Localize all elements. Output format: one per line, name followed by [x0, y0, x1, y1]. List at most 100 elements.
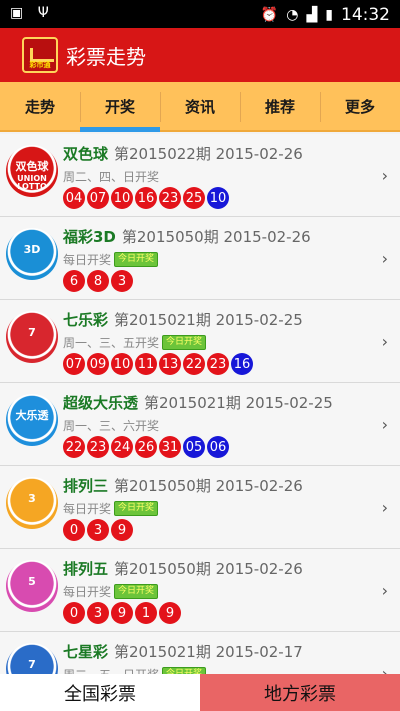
draw-numbers: 22 23 24 26 31 05 06	[63, 436, 376, 458]
draw-numbers: 03919	[63, 602, 376, 624]
lottery-schedule-line: 周二、四、日开奖	[63, 168, 376, 184]
lottery-row[interactable]: 7七星彩第2015021期 2015-02-17周二、五、日开奖今日开奖›	[0, 632, 400, 678]
lottery-row[interactable]: 3 排列三 第2015050期 2015-02-26 每日开奖 今日开奖 0 3 9 ›	[0, 466, 400, 549]
chevron-right-icon: ›	[381, 166, 388, 185]
lottery-logo-subtext: UNION LOTTO	[17, 174, 47, 191]
lottery-info: 双色球 第2015022期 2015-02-26 周二、四、日开奖 04 07 10 16 2…	[63, 143, 376, 209]
lottery-logo-text: 3D	[23, 243, 41, 256]
lottery-name: 双色球	[63, 145, 109, 163]
lottery-schedule: 每日开奖	[63, 584, 112, 599]
lottery-logo: 大乐透	[6, 394, 58, 446]
red-ball: 0	[63, 602, 85, 624]
tab-recommend[interactable]: 推荐	[240, 82, 320, 130]
lottery-date: 2015-02-26	[215, 145, 303, 163]
red-ball: 1	[135, 602, 157, 624]
lottery-name: 排列五	[63, 560, 109, 578]
lottery-header: 双色球 第2015022期 2015-02-26	[63, 143, 376, 164]
red-ball: 3	[87, 519, 109, 541]
app-logo: 彩市通	[22, 37, 58, 73]
lottery-name: 福彩3D	[63, 228, 116, 246]
red-ball: 10	[111, 187, 133, 209]
draw-numbers: 07 09 10 11 13 22 23 16	[63, 353, 376, 375]
lottery-row[interactable]: 5 排列五 第2015050期 2015-02-26 每日开奖 今日开奖 0 3 9 1 9 ›	[0, 549, 400, 632]
lottery-schedule-line: 每日开奖 今日开奖	[63, 583, 376, 599]
lottery-schedule-line: 每日开奖 今日开奖	[63, 500, 376, 516]
red-ball: 22	[183, 353, 205, 375]
red-ball: 09	[87, 353, 109, 375]
blue-ball: 10	[207, 187, 229, 209]
lottery-date: 2015-02-26	[215, 560, 303, 578]
lottery-issue: 第2015050期	[114, 560, 211, 578]
red-ball: 9	[159, 602, 181, 624]
red-ball: 23	[159, 187, 181, 209]
tab-trend[interactable]: 走势	[0, 82, 80, 130]
lottery-logo-text: 3	[28, 492, 36, 505]
lottery-name: 排列三	[63, 477, 109, 495]
lottery-issue: 第2015021期	[114, 311, 211, 329]
red-ball: 24	[111, 436, 133, 458]
lottery-issue: 第2015021期	[114, 643, 211, 661]
red-ball: 04	[63, 187, 85, 209]
lottery-row[interactable]: 7 七乐彩 第2015021期 2015-02-25 周一、三、五开奖 今日开奖 07 09…	[0, 300, 400, 383]
red-ball: 07	[87, 187, 109, 209]
lottery-schedule: 每日开奖	[63, 501, 112, 516]
tab-news[interactable]: 资讯	[160, 82, 240, 130]
lottery-row[interactable]: 双色球 UNION LOTTO 双色球 第2015022期 2015-02-26 周二、…	[0, 134, 400, 217]
lottery-name: 七星彩	[63, 643, 109, 661]
lottery-row[interactable]: 3D 福彩3D 第2015050期 2015-02-26 每日开奖 今日开奖 6 8 3 ›	[0, 217, 400, 300]
tab-more[interactable]: 更多	[320, 82, 400, 130]
red-ball: 9	[111, 602, 133, 624]
lottery-issue: 第2015050期	[121, 228, 219, 246]
red-ball: 6	[63, 270, 85, 292]
app-logo-text: 彩市通	[29, 61, 51, 69]
red-ball: 13	[159, 353, 181, 375]
lottery-schedule-line: 每日开奖 今日开奖	[63, 251, 376, 267]
lottery-schedule: 周一、三、六开奖	[63, 418, 160, 433]
lottery-logo-text: 双色球	[15, 160, 49, 173]
lottery-info: 超级大乐透 第2015021期 2015-02-25 周一、三、六开奖 22 23 24 2…	[63, 392, 376, 458]
lottery-header: 排列三 第2015050期 2015-02-26	[63, 475, 376, 496]
red-ball: 3	[87, 602, 109, 624]
lottery-issue: 第2015050期	[114, 477, 211, 495]
tab-bar: 走势 开奖 资讯 推荐 更多	[0, 82, 400, 132]
lottery-date: 2015-02-17	[215, 643, 303, 661]
today-draw-badge: 今日开奖	[114, 583, 159, 599]
lottery-logo-text: 7	[28, 658, 36, 671]
image-icon: ▣	[10, 5, 24, 21]
blue-ball: 06	[207, 436, 229, 458]
lottery-logo-text: 5	[28, 575, 36, 588]
red-ball: 11	[135, 353, 157, 375]
lottery-logo: 7	[6, 311, 58, 363]
red-ball: 23	[207, 353, 229, 375]
lottery-info: 排列五 第2015050期 2015-02-26 每日开奖 今日开奖 0 3 9 1 9	[63, 558, 376, 624]
signal-icon: ▟	[306, 7, 318, 23]
tab-draw[interactable]: 开奖	[80, 82, 160, 132]
lottery-logo: 双色球 UNION LOTTO	[6, 145, 58, 197]
lottery-info: 福彩3D 第2015050期 2015-02-26 每日开奖 今日开奖 6 8 3	[63, 226, 376, 292]
status-bar: ▣ Ψ ⏰ ◔ ▟ ▮ 14:32	[0, 0, 400, 28]
blue-ball: 05	[183, 436, 205, 458]
red-ball: 16	[135, 187, 157, 209]
lottery-header: 排列五 第2015050期 2015-02-26	[63, 558, 376, 579]
lottery-logo-text: 7	[28, 326, 36, 339]
lottery-issue: 第2015022期	[114, 145, 211, 163]
red-ball: 26	[135, 436, 157, 458]
lottery-header: 七乐彩 第2015021期 2015-02-25	[63, 309, 376, 330]
today-draw-badge: 今日开奖	[114, 500, 159, 516]
red-ball: 22	[63, 436, 85, 458]
battery-icon: ▮	[325, 7, 333, 23]
lottery-logo-text: 大乐透	[15, 409, 49, 422]
local-lottery-button[interactable]: 地方彩票	[200, 674, 400, 711]
lottery-info: 七乐彩 第2015021期 2015-02-25 周一、三、五开奖 今日开奖 07 09 1…	[63, 309, 376, 375]
status-right-icons: ⏰ ◔ ▟ ▮ 14:32	[261, 5, 390, 25]
lottery-issue: 第2015021期	[144, 394, 241, 412]
red-ball: 31	[159, 436, 181, 458]
red-ball: 3	[111, 270, 133, 292]
lottery-schedule-line: 周一、三、六开奖	[63, 417, 376, 433]
blue-ball: 16	[231, 353, 253, 375]
lottery-date: 2015-02-26	[223, 228, 311, 246]
national-lottery-button[interactable]: 全国彩票	[0, 674, 200, 711]
status-left-icons: ▣ Ψ	[10, 5, 49, 21]
lottery-row[interactable]: 大乐透 超级大乐透 第2015021期 2015-02-25 周一、三、六开奖 22 23…	[0, 383, 400, 466]
lottery-schedule: 周一、三、五开奖	[63, 335, 160, 350]
